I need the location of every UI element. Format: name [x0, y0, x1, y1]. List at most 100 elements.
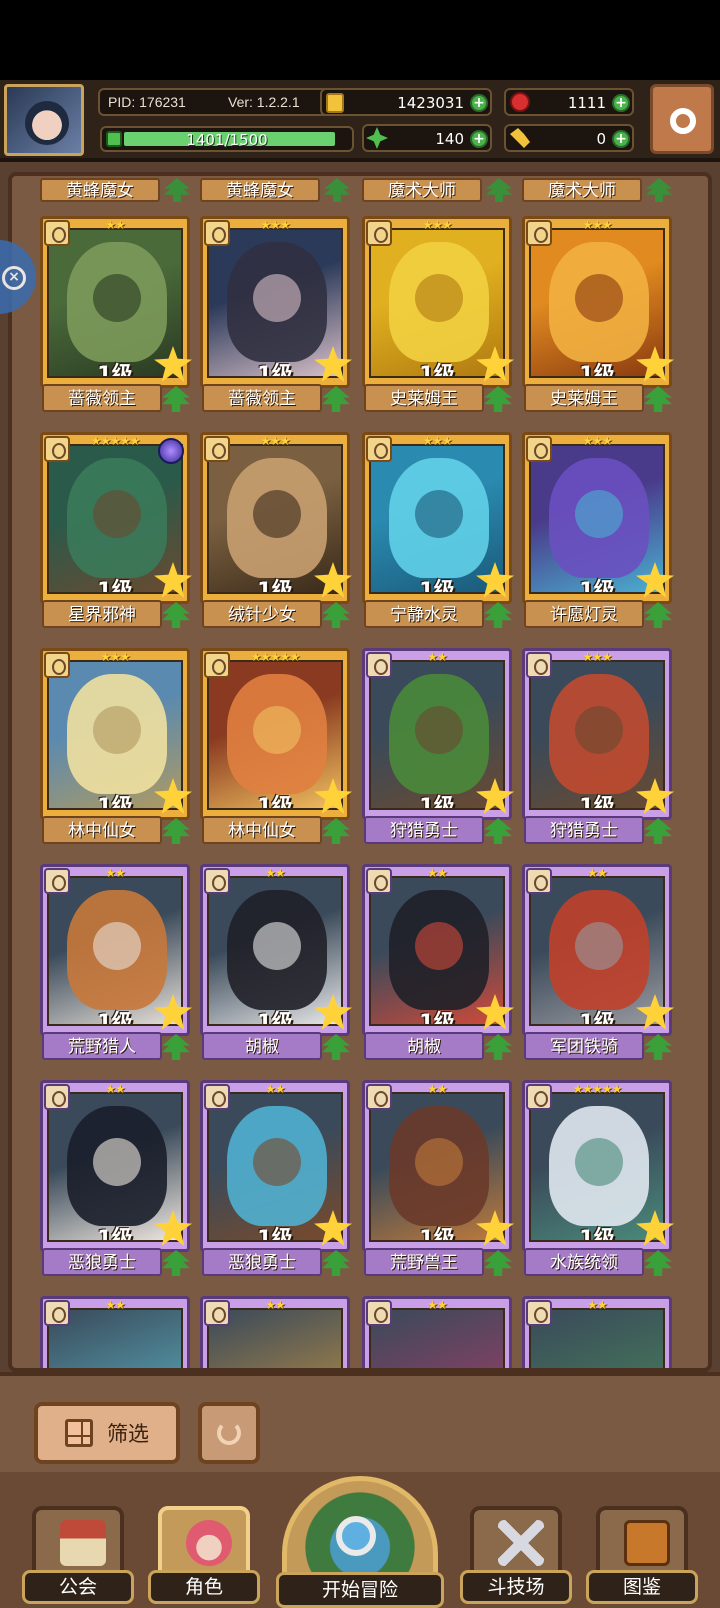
- card-name: 胡椒: [202, 1032, 322, 1060]
- character-card[interactable]: 1级 ★★★ 蔷薇领主: [200, 216, 352, 416]
- nav-guild[interactable]: 公会: [22, 1506, 134, 1604]
- character-face: [253, 274, 301, 322]
- character-card[interactable]: 1级 ★★★ 绒针少女: [200, 432, 352, 632]
- class-badge-icon: [204, 652, 230, 678]
- upgrade-arrow-icon[interactable]: [484, 1250, 512, 1276]
- character-card[interactable]: 1级 ★★ 恶狼勇士: [40, 1080, 192, 1280]
- guild-house-icon: [60, 1520, 106, 1566]
- class-badge-icon: [366, 220, 392, 246]
- character-card[interactable]: 1级 ★★★ 林中仙女: [40, 648, 192, 848]
- card-name: 荒野猎人: [42, 1032, 162, 1060]
- character-card[interactable]: 1级 ★★ 胡椒: [200, 864, 352, 1064]
- character-face: [93, 922, 141, 970]
- nav-arena-box: [470, 1506, 562, 1580]
- character-card[interactable]: 1级 ★★★ 宁静水灵: [362, 432, 514, 632]
- character-card[interactable]: 1级 ★★ 荒野兽王: [362, 1080, 514, 1280]
- character-portrait: 1级: [47, 1092, 183, 1242]
- nav-character[interactable]: 角色: [148, 1506, 260, 1604]
- character-portrait: 1级: [529, 228, 665, 378]
- card-name: 蔷薇领主: [42, 384, 162, 412]
- clover-icon: [366, 127, 388, 149]
- upgrade-arrow-icon[interactable]: [484, 386, 512, 412]
- character-face: [253, 490, 301, 538]
- character-face: [575, 922, 623, 970]
- key-plus-button[interactable]: +: [612, 130, 630, 148]
- upgrade-arrow-icon[interactable]: [644, 386, 672, 412]
- upgrade-arrow-icon[interactable]: [322, 386, 350, 412]
- upgrade-arrow-icon[interactable]: [162, 1034, 190, 1060]
- card-name: 狩猎勇士: [524, 816, 644, 844]
- character-card[interactable]: 1级 ★★★★★ 水族统领: [522, 1080, 674, 1280]
- character-card[interactable]: ★★: [522, 1296, 672, 1368]
- upgrade-arrow-icon[interactable]: [162, 818, 190, 844]
- upgrade-arrow-icon[interactable]: [484, 818, 512, 844]
- upgrade-arrow-icon[interactable]: [484, 602, 512, 628]
- character-card[interactable]: 1级 ★★ 狩猎勇士: [362, 648, 514, 848]
- class-badge-icon: [204, 220, 230, 246]
- nav-codex-label: 图鉴: [586, 1570, 698, 1604]
- card-name: 林中仙女: [42, 816, 162, 844]
- apple-counter: 1111 +: [504, 88, 634, 116]
- upgrade-arrow-icon[interactable]: [322, 602, 350, 628]
- crossed-swords-icon: [498, 1520, 544, 1566]
- filter-button[interactable]: 筛选: [34, 1402, 180, 1464]
- character-portrait: 1级: [369, 444, 505, 594]
- upgrade-arrow-icon[interactable]: [644, 818, 672, 844]
- player-avatar[interactable]: [4, 84, 84, 156]
- xp-text: 1401/1500: [186, 131, 268, 149]
- upgrade-arrow-icon: [486, 178, 512, 202]
- upgrade-arrow-icon[interactable]: [322, 818, 350, 844]
- character-card[interactable]: 1级 ★★ 恶狼勇士: [200, 1080, 352, 1280]
- character-card[interactable]: 1级 ★★★★★ 星界邪神: [40, 432, 192, 632]
- refresh-button[interactable]: [198, 1402, 260, 1464]
- apple-plus-button[interactable]: +: [612, 94, 630, 112]
- upgrade-arrow-icon[interactable]: [322, 1250, 350, 1276]
- gold-plus-button[interactable]: +: [470, 94, 488, 112]
- card-name: 恶狼勇士: [202, 1248, 322, 1276]
- upgrade-arrow-icon[interactable]: [162, 602, 190, 628]
- character-card[interactable]: 1级 ★★ 军团铁骑: [522, 864, 674, 1064]
- card-name: 荒野兽王: [364, 1248, 484, 1276]
- character-card[interactable]: 1级 ★★ 蔷薇领主: [40, 216, 192, 416]
- character-card[interactable]: ★★: [200, 1296, 350, 1368]
- character-card[interactable]: 1级 ★★★ 史莱姆王: [362, 216, 514, 416]
- character-face: [575, 490, 623, 538]
- class-badge-icon: [526, 1084, 552, 1110]
- character-list[interactable]: 黄蜂魔女 黄蜂魔女 魔术大师 魔术大师 1级 ★★ 蔷薇领主 1级 ★★★ 蔷薇领主 1级 ★★★ 史…: [8, 172, 712, 1372]
- character-card[interactable]: 1级 ★★★ 史莱姆王: [522, 216, 674, 416]
- character-portrait: 1级: [47, 444, 183, 594]
- card-name: 水族统领: [524, 1248, 644, 1276]
- character-card[interactable]: ★★: [362, 1296, 512, 1368]
- character-card[interactable]: 1级 ★★★ 许愿灯灵: [522, 432, 674, 632]
- nav-codex[interactable]: 图鉴: [586, 1506, 698, 1604]
- upgrade-arrow-icon[interactable]: [162, 386, 190, 412]
- previous-card-name: 魔术大师: [522, 178, 642, 202]
- game-screen: PID: 176231 Ver: 1.2.2.1 1423031 + 1111 …: [0, 0, 720, 1608]
- character-card[interactable]: 1级 ★★★★★ 林中仙女: [200, 648, 352, 848]
- upgrade-arrow-icon[interactable]: [162, 1250, 190, 1276]
- upgrade-arrow-icon[interactable]: [484, 1034, 512, 1060]
- clover-plus-button[interactable]: +: [470, 130, 488, 148]
- settings-button[interactable]: [650, 84, 714, 154]
- gold-counter: 1423031 +: [320, 88, 492, 116]
- gold-value: 1423031: [397, 94, 464, 112]
- character-icon: [186, 1520, 232, 1566]
- nav-codex-box: [596, 1506, 688, 1580]
- character-card[interactable]: 1级 ★★★ 狩猎勇士: [522, 648, 674, 848]
- character-face: [415, 1138, 463, 1186]
- upgrade-arrow-icon[interactable]: [644, 1034, 672, 1060]
- class-badge-icon: [526, 1300, 552, 1326]
- upgrade-arrow-icon[interactable]: [644, 602, 672, 628]
- character-card[interactable]: ★★: [40, 1296, 190, 1368]
- start-adventure-button[interactable]: 开始冒险: [276, 1472, 444, 1608]
- character-card[interactable]: 1级 ★★ 荒野猎人: [40, 864, 192, 1064]
- upgrade-arrow-icon[interactable]: [322, 1034, 350, 1060]
- card-name: 恶狼勇士: [42, 1248, 162, 1276]
- nav-arena[interactable]: 斗技场: [460, 1506, 572, 1604]
- character-card[interactable]: 1级 ★★ 胡椒: [362, 864, 514, 1064]
- class-badge-icon: [526, 436, 552, 462]
- class-badge-icon: [526, 652, 552, 678]
- upgrade-arrow-icon[interactable]: [644, 1250, 672, 1276]
- key-icon: [510, 128, 530, 148]
- character-portrait: 1级: [369, 876, 505, 1026]
